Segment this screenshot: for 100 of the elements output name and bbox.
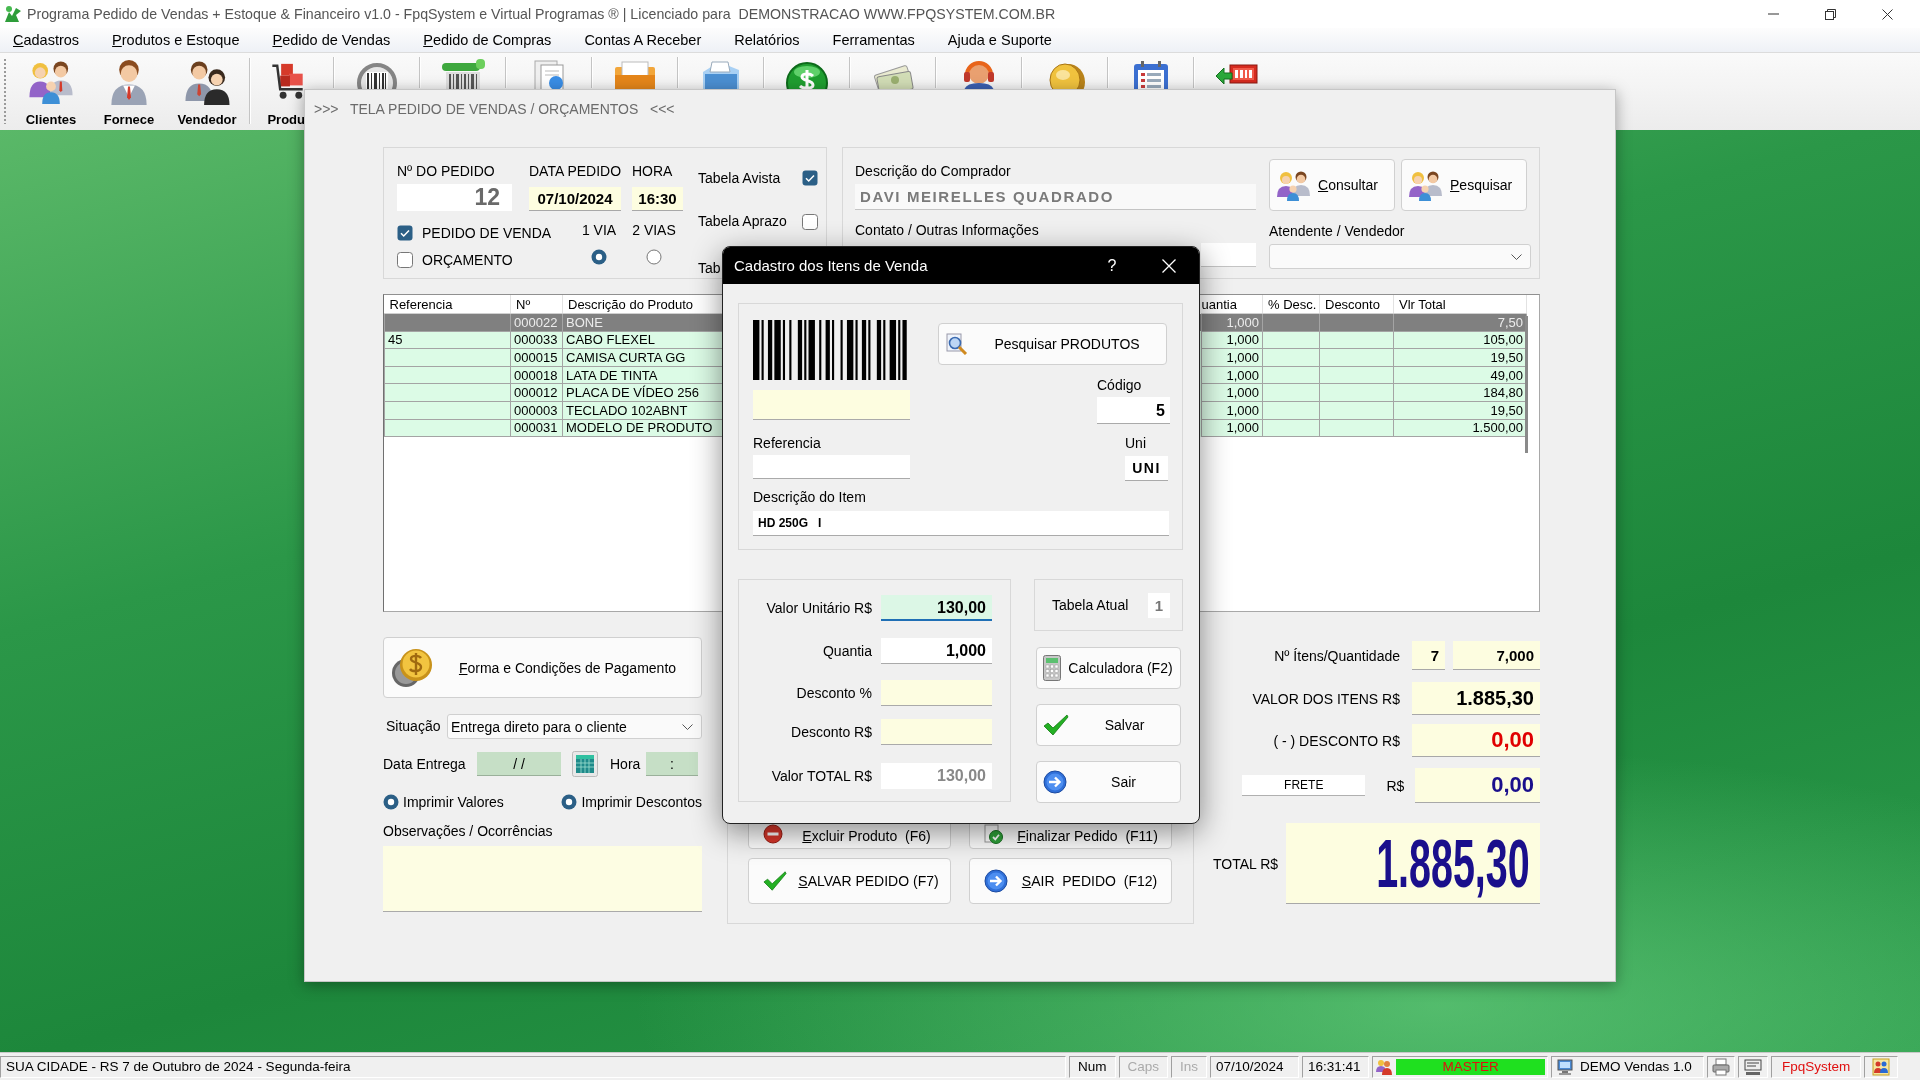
chevron-down-icon [1511,253,1522,260]
time-field[interactable]: : [646,752,698,776]
checkbox-label: Tabela Aprazo [698,213,788,230]
status-location: SUA CIDADE - RS 7 de Outubro de 2024 - Segunda-feira [0,1055,1066,1078]
checkbox-label: ORÇAMENTO [422,251,513,269]
input-field[interactable] [753,455,910,479]
app-logo-icon [4,5,22,23]
action-button[interactable]: SALVAR PEDIDO (F7) [748,858,951,904]
unit-field[interactable]: UNI [1125,456,1168,481]
menu-item[interactable]: Contas A Receber [584,32,702,48]
monitor-icon[interactable] [1744,1057,1763,1076]
folder-icon[interactable] [612,58,658,89]
dialog-button[interactable]: Salvar [1036,704,1181,746]
checkbox[interactable] [397,252,413,268]
menu-item[interactable]: Relatórios [734,32,800,48]
check-icon [763,869,787,893]
dialog-button[interactable]: Calculadora (F2) [1036,647,1181,689]
field-label: Descrição do Comprador [855,163,1012,180]
radio-label: 1 VIA [581,222,617,239]
window-title: Programa Pedido de Vendas + Estoque & Financeiro v1.0 - FpqSystem e Virtual Programas ® | Licenciado para DEMONSTRACAO WWW.FPQSYSTEM.COM.BR [27,6,1056,22]
key-indicator: Caps [1118,1055,1169,1078]
minus-circle-icon [763,824,783,844]
input-field[interactable] [1201,243,1256,267]
menu-item[interactable]: Cadastros [13,32,80,48]
search-button[interactable]: Pesquisar [1401,159,1527,211]
menu-item[interactable]: Ferramentas [832,32,915,48]
computer-icon [1557,1057,1576,1076]
dropdown[interactable]: Entrega direto para o cliente [447,714,702,739]
date-field[interactable]: / / [477,752,561,776]
document-check-icon [984,824,1004,844]
items-value-field: 1.885,30 [1412,682,1540,715]
code-field[interactable]: 5 [1097,397,1170,424]
search-button[interactable]: Consultar [1269,159,1395,211]
field-label: Uni [1125,435,1147,452]
status-brand: FpqSystem [1771,1055,1862,1078]
checkbox[interactable] [397,225,413,241]
barcode-field[interactable] [753,390,910,420]
key-indicator: Num [1069,1055,1116,1078]
count-field: 7 [1412,641,1445,670]
toolbar-button[interactable]: Produ [254,53,305,127]
user-badge: MASTER [1396,1058,1546,1075]
menu-item[interactable]: Produtos e Estoque [112,32,240,48]
field-label: Desconto % [795,685,872,701]
checkbox[interactable] [802,170,818,186]
dialog-button[interactable]: Sair [1036,761,1181,803]
radio-label: Imprimir Valores [403,793,504,811]
key-indicator: Ins [1171,1055,1208,1078]
description-field[interactable]: HD 250G I [753,511,1169,536]
input-field[interactable] [881,719,992,745]
menu-item[interactable]: Pedido de Compras [423,32,552,48]
arrow-circle-icon [984,869,1008,893]
field-label: Nº DO PEDIDO [397,163,496,180]
toolbar-button[interactable]: Vendedor [168,53,246,127]
search-icon [946,333,968,355]
help-button[interactable]: ? [1089,247,1135,284]
input-field[interactable]: 1,000 [881,638,992,664]
status-app: DEMO Vendas 1.0 [1580,1059,1692,1074]
users-icon[interactable] [1872,1057,1891,1076]
freight-value-field: 0,00 [1415,768,1540,803]
field-label: Hora [610,755,642,773]
freight-field: FRETE [1242,775,1366,796]
radio-button[interactable] [591,249,607,265]
close-icon [1162,258,1176,273]
users-icon [1375,1057,1394,1076]
column-header[interactable]: Referencia [384,295,511,314]
checkbox[interactable] [802,213,818,230]
column-header[interactable]: Vlr Total [1393,295,1527,314]
printer-icon[interactable] [1712,1057,1731,1076]
checkbox-label: PEDIDO DE VENDA [422,224,552,242]
input-field[interactable]: 130,00 [881,763,992,789]
order-number-field[interactable]: 12 [397,184,512,211]
menu-item[interactable]: Pedido de Vendas [272,32,391,48]
column-header[interactable]: % Desc. [1262,295,1320,314]
toolbar-button[interactable]: Fornece [90,53,168,127]
menu-item[interactable]: Ajuda e Suporte [947,32,1052,48]
column-header[interactable]: Nº [510,295,563,314]
radio-button[interactable] [561,794,578,810]
radio-button[interactable] [646,249,662,265]
notes-field[interactable] [383,846,702,912]
column-header[interactable]: uantia [1201,295,1263,314]
input-field[interactable]: 130,00 [881,595,992,621]
minimize-icon [1768,13,1779,15]
field-label: Data Entrega [383,755,467,773]
input-field[interactable] [881,680,992,706]
search-products-button[interactable]: Pesquisar PRODUTOS [938,323,1167,365]
field-label: Valor TOTAL R$ [770,768,872,784]
payment-button[interactable]: Forma e Condições de Pagamento [383,637,702,698]
buyer-field[interactable]: DAVI MEIRELLES QUADRADO [855,184,1256,210]
field-label: Valor Unitário R$ [765,600,872,616]
scrollbar[interactable] [1525,316,1528,453]
column-header[interactable]: Desconto [1319,295,1394,314]
field-label: DATA PEDIDO [529,163,621,180]
radio-button[interactable] [383,794,399,810]
action-button[interactable]: SAIR PEDIDO (F12) [969,858,1172,904]
calendar-icon[interactable] [572,751,598,777]
toolbar-button[interactable]: Clientes [12,53,90,127]
check-icon [1043,714,1069,736]
time-field[interactable]: 16:30 [632,187,683,211]
chevron-down-icon [682,723,693,730]
date-field[interactable]: 07/10/2024 [529,187,621,211]
